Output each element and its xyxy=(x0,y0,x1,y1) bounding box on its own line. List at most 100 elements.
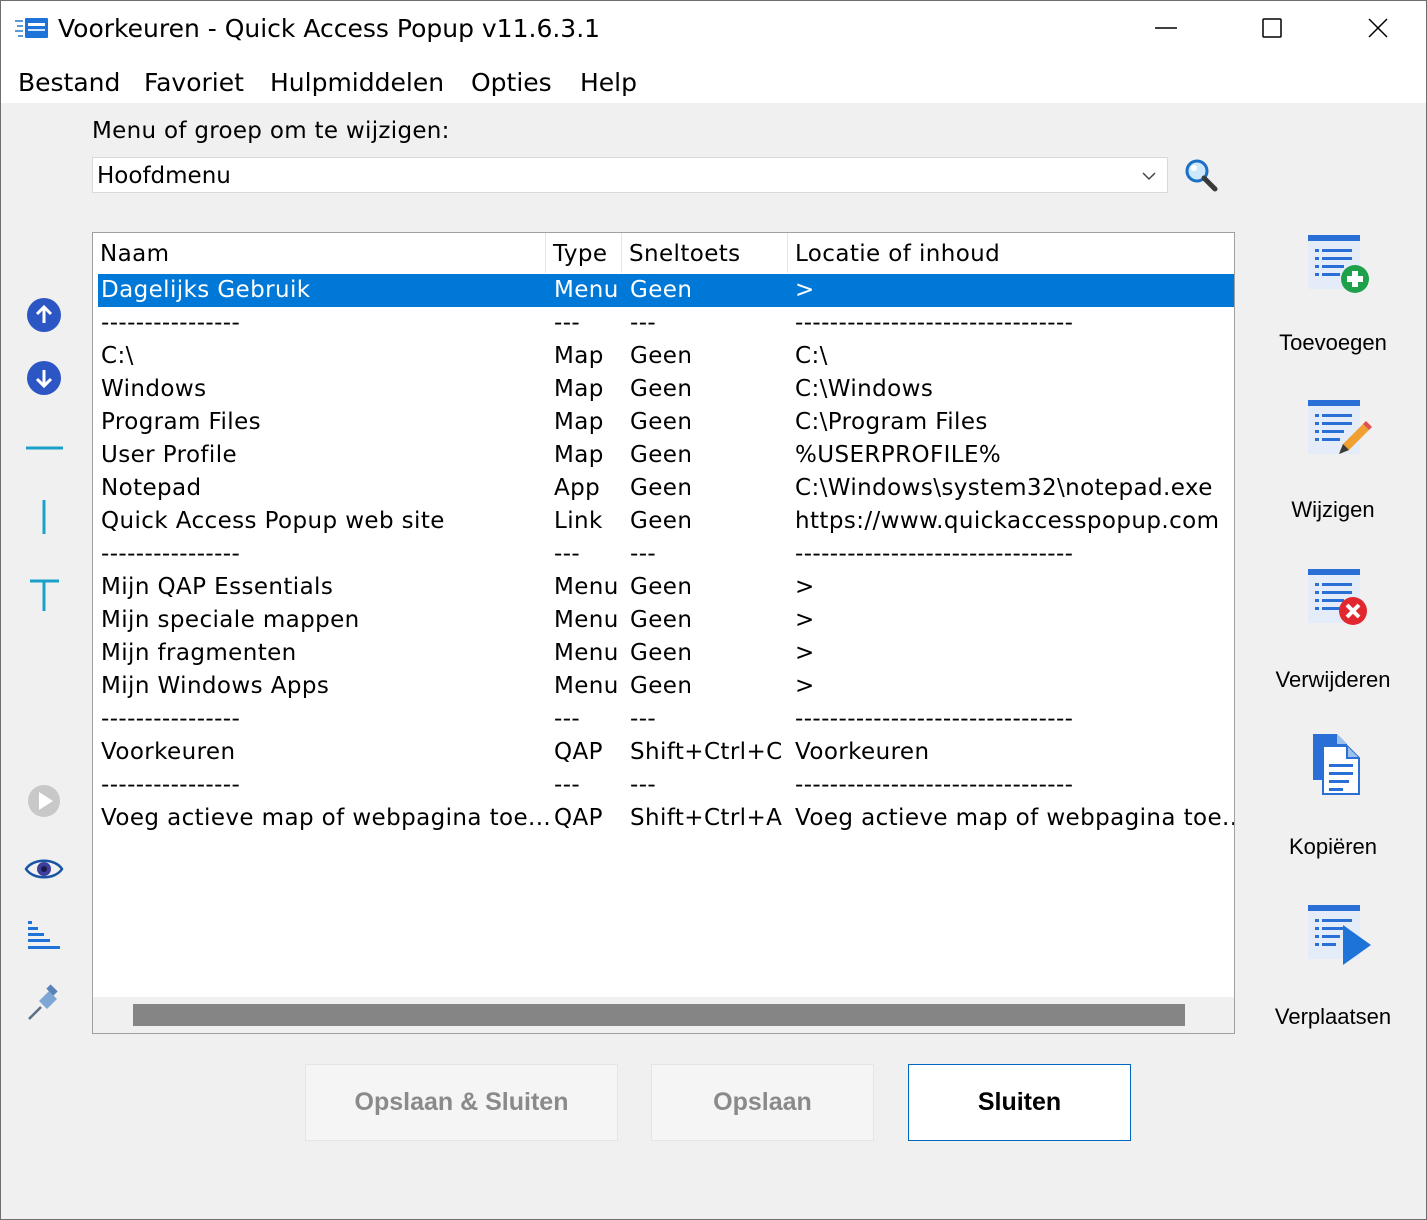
copy-button[interactable]: Kopiëren xyxy=(1263,732,1403,882)
cell-type: Menu xyxy=(554,673,619,699)
add-item-icon xyxy=(1308,235,1369,293)
scrollbar-thumb[interactable] xyxy=(133,1004,1185,1026)
sort-icon xyxy=(28,921,60,949)
list-item[interactable]: Mijn QAP Essentials Menu Geen > xyxy=(98,571,1234,604)
move-down-button[interactable] xyxy=(23,357,65,399)
run-button[interactable] xyxy=(23,780,65,822)
cell-name: ---------------- xyxy=(101,706,241,732)
save-button[interactable]: Opslaan xyxy=(651,1064,874,1141)
minimize-button[interactable] xyxy=(1114,1,1220,57)
list-item[interactable]: Mijn Windows Apps Menu Geen > xyxy=(98,670,1234,703)
move-up-button[interactable] xyxy=(23,294,65,336)
add-column-break-button[interactable] xyxy=(23,496,65,538)
column-break-icon xyxy=(42,500,46,534)
cell-name: Mijn fragmenten xyxy=(101,640,297,666)
maximize-button[interactable] xyxy=(1220,1,1326,57)
list-item[interactable]: Quick Access Popup web site Link Geen ht… xyxy=(98,505,1234,538)
arrow-down-icon xyxy=(27,361,61,395)
list-item[interactable]: Dagelijks Gebruik Menu Geen > xyxy=(98,274,1234,307)
cell-type: --- xyxy=(554,772,581,798)
menu-help[interactable]: Help xyxy=(580,66,637,100)
close-window-button[interactable] xyxy=(1326,1,1427,57)
cell-shortcut: --- xyxy=(630,541,657,567)
cell-location: C:\Windows xyxy=(795,376,934,402)
copy-icon xyxy=(1313,734,1360,795)
cell-location: C:\Program Files xyxy=(795,409,988,435)
edit-label: Wijzigen xyxy=(1291,497,1375,522)
cell-name: User Profile xyxy=(101,442,238,468)
eye-icon xyxy=(24,859,64,879)
menu-select-dropdown[interactable]: Hoofdmenu xyxy=(92,157,1168,193)
cell-name: Mijn speciale mappen xyxy=(101,607,360,633)
pin-button[interactable] xyxy=(23,983,65,1025)
add-text-button[interactable] xyxy=(23,575,65,617)
cell-location: Voeg actieve map of webpagina toe... xyxy=(795,805,1234,831)
cell-type: --- xyxy=(554,541,581,567)
cell-location: https://www.quickaccesspopup.com xyxy=(795,508,1220,534)
menu-select-value: Hoofdmenu xyxy=(97,163,231,189)
close-icon xyxy=(1368,18,1388,38)
column-header-location[interactable]: Locatie of inhoud xyxy=(788,233,1234,273)
cell-shortcut: Shift+Ctrl+A xyxy=(630,805,783,831)
favorites-list[interactable]: Naam Type Sneltoets Locatie of inhoud Da… xyxy=(92,232,1235,1034)
sort-button[interactable] xyxy=(23,916,65,958)
remove-button[interactable]: Verwijderen xyxy=(1263,567,1403,717)
cell-shortcut: Geen xyxy=(630,376,693,402)
list-item[interactable]: Mijn speciale mappen Menu Geen > xyxy=(98,604,1234,637)
column-header-name[interactable]: Naam xyxy=(93,233,546,273)
preview-button[interactable] xyxy=(23,848,65,890)
menu-bestand[interactable]: Bestand xyxy=(18,66,120,100)
list-item[interactable]: Voeg actieve map of webpagina toe... QAP… xyxy=(98,802,1234,835)
move-button[interactable]: Verplaatsen xyxy=(1263,903,1403,1053)
list-item[interactable]: User Profile Map Geen %USERPROFILE% xyxy=(98,439,1234,472)
list-item[interactable]: ---------------- --- --- ---------------… xyxy=(98,307,1234,340)
cell-type: Menu xyxy=(554,574,619,600)
list-item[interactable]: Mijn fragmenten Menu Geen > xyxy=(98,637,1234,670)
list-item[interactable]: ---------------- --- --- ---------------… xyxy=(98,703,1234,736)
save-close-button[interactable]: Opslaan & Sluiten xyxy=(305,1064,618,1141)
edit-button[interactable]: Wijzigen xyxy=(1263,398,1403,548)
column-header-type[interactable]: Type xyxy=(546,233,622,273)
list-item[interactable]: Windows Map Geen C:\Windows xyxy=(98,373,1234,406)
cell-type: Map xyxy=(554,409,604,435)
cell-type: Map xyxy=(554,442,604,468)
menu-opties[interactable]: Opties xyxy=(471,66,552,100)
pin-icon xyxy=(28,984,58,1020)
cell-type: Menu xyxy=(554,640,619,666)
cell-shortcut: Geen xyxy=(630,574,693,600)
cell-name: Mijn QAP Essentials xyxy=(101,574,334,600)
minimize-icon xyxy=(1155,27,1177,29)
add-label: Toevoegen xyxy=(1279,330,1387,355)
list-item[interactable]: ---------------- --- --- ---------------… xyxy=(98,538,1234,571)
list-item[interactable]: ---------------- --- --- ---------------… xyxy=(98,769,1234,802)
cell-name: Dagelijks Gebruik xyxy=(101,277,311,303)
edit-item-icon xyxy=(1308,400,1372,454)
list-item[interactable]: Notepad App Geen C:\Windows\system32\not… xyxy=(98,472,1234,505)
cell-location: %USERPROFILE% xyxy=(795,442,1002,468)
play-icon xyxy=(28,785,60,817)
search-icon[interactable] xyxy=(1182,157,1220,193)
cell-name: ---------------- xyxy=(101,541,241,567)
close-button[interactable]: Sluiten xyxy=(908,1064,1131,1141)
cell-location: C:\ xyxy=(795,343,828,369)
list-item[interactable]: Program Files Map Geen C:\Program Files xyxy=(98,406,1234,439)
menu-hulpmiddelen[interactable]: Hulpmiddelen xyxy=(270,66,444,100)
cell-name: Windows xyxy=(101,376,207,402)
cell-shortcut: Geen xyxy=(630,508,693,534)
cell-shortcut: Geen xyxy=(630,640,693,666)
column-header-shortcut[interactable]: Sneltoets xyxy=(622,233,788,273)
add-separator-button[interactable] xyxy=(23,427,65,469)
cell-type: --- xyxy=(554,310,581,336)
cell-shortcut: Geen xyxy=(630,607,693,633)
cell-name: Voeg actieve map of webpagina toe... xyxy=(101,805,549,831)
cell-type: QAP xyxy=(554,739,603,765)
add-button[interactable]: Toevoegen xyxy=(1263,233,1403,383)
cell-shortcut: Shift+Ctrl+C xyxy=(630,739,783,765)
title-bar: Voorkeuren - Quick Access Popup v11.6.3.… xyxy=(1,1,1426,57)
list-item[interactable]: C:\ Map Geen C:\ xyxy=(98,340,1234,373)
horizontal-scrollbar[interactable] xyxy=(93,997,1234,1033)
cell-shortcut: --- xyxy=(630,310,657,336)
list-item[interactable]: Voorkeuren QAP Shift+Ctrl+C Voorkeuren xyxy=(98,736,1234,769)
menu-favoriet[interactable]: Favoriet xyxy=(144,66,244,100)
cell-type: App xyxy=(554,475,601,501)
